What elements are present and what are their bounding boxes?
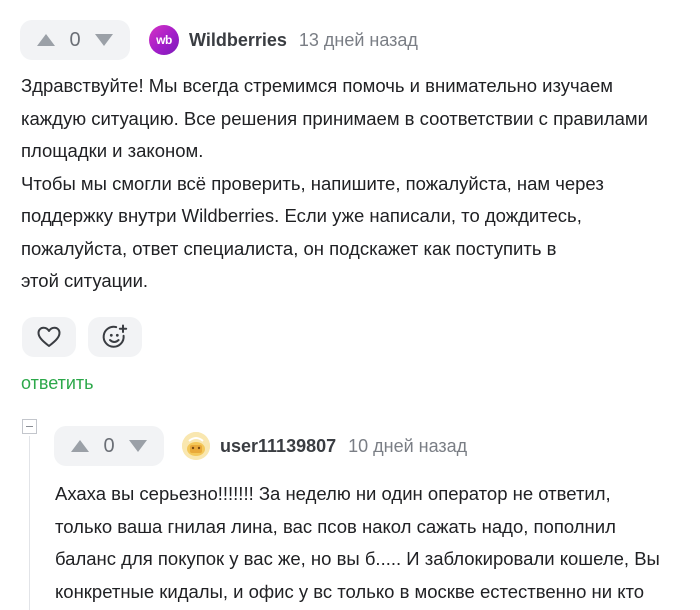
reply-link[interactable]: ответить xyxy=(21,373,94,394)
vote-box: 0 xyxy=(54,426,164,466)
arrow-down-icon xyxy=(129,440,147,452)
heart-icon xyxy=(37,326,61,347)
downvote-button[interactable] xyxy=(120,426,156,466)
vote-count: 0 xyxy=(69,28,81,51)
comment-body: Здравствуйте! Мы всегда стремимся помочь… xyxy=(21,70,648,298)
comment-line: каждую ситуацию. Все решения принимаем в… xyxy=(21,107,648,129)
downvote-button[interactable] xyxy=(86,20,122,60)
thread-line[interactable] xyxy=(29,436,30,610)
comment-time[interactable]: 10 дней назад xyxy=(348,436,467,457)
comment-line: Чтобы мы смогли всё проверить, напишите,… xyxy=(21,172,604,194)
collapse-icon[interactable] xyxy=(22,419,37,434)
avatar[interactable] xyxy=(182,432,210,460)
comment-author-row: user11139807 10 дней назад xyxy=(182,432,467,460)
vote-box: 0 xyxy=(20,20,130,60)
comment-line: только ваша гнилая лина, вас псов накол … xyxy=(55,515,616,537)
comment-line: баланс для покупок у вас же, но вы б....… xyxy=(55,548,660,569)
upvote-button[interactable] xyxy=(62,426,98,466)
arrow-down-icon xyxy=(95,34,113,46)
upvote-button[interactable] xyxy=(28,20,64,60)
avatar-image xyxy=(182,432,210,460)
comment-line: Здравствуйте! Мы всегда стремимся помочь… xyxy=(21,75,613,96)
comment-line: поддержку внутри Wildberries. Если уже н… xyxy=(21,205,582,226)
like-button[interactable] xyxy=(22,317,76,357)
author-name[interactable]: Wildberries xyxy=(189,30,287,51)
wildberries-logo[interactable]: wb xyxy=(149,25,179,55)
comment-body: Ахаха вы серьезно!!!!!!! За неделю ни од… xyxy=(55,478,660,608)
comment-time[interactable]: 13 дней назад xyxy=(299,30,418,51)
comment-line: Ахаха вы серьезно!!!!!!! За неделю ни од… xyxy=(55,483,611,504)
comment-line: этой ситуации. xyxy=(21,270,149,291)
arrow-up-icon xyxy=(37,34,55,46)
comment-line: площадки и законом. xyxy=(21,140,204,161)
author-name[interactable]: user11139807 xyxy=(220,436,336,457)
add-reaction-button[interactable] xyxy=(88,317,142,357)
vote-count: 0 xyxy=(103,434,115,457)
comment-line: конкретные кидалы, и офис у вс только в … xyxy=(55,580,645,602)
comment-author-row: wb Wildberries 13 дней назад xyxy=(149,25,418,55)
comment-line: пожалуйста, ответ специалиста, он подска… xyxy=(21,237,557,259)
add-emoji-icon xyxy=(102,324,128,348)
arrow-up-icon xyxy=(71,440,89,452)
